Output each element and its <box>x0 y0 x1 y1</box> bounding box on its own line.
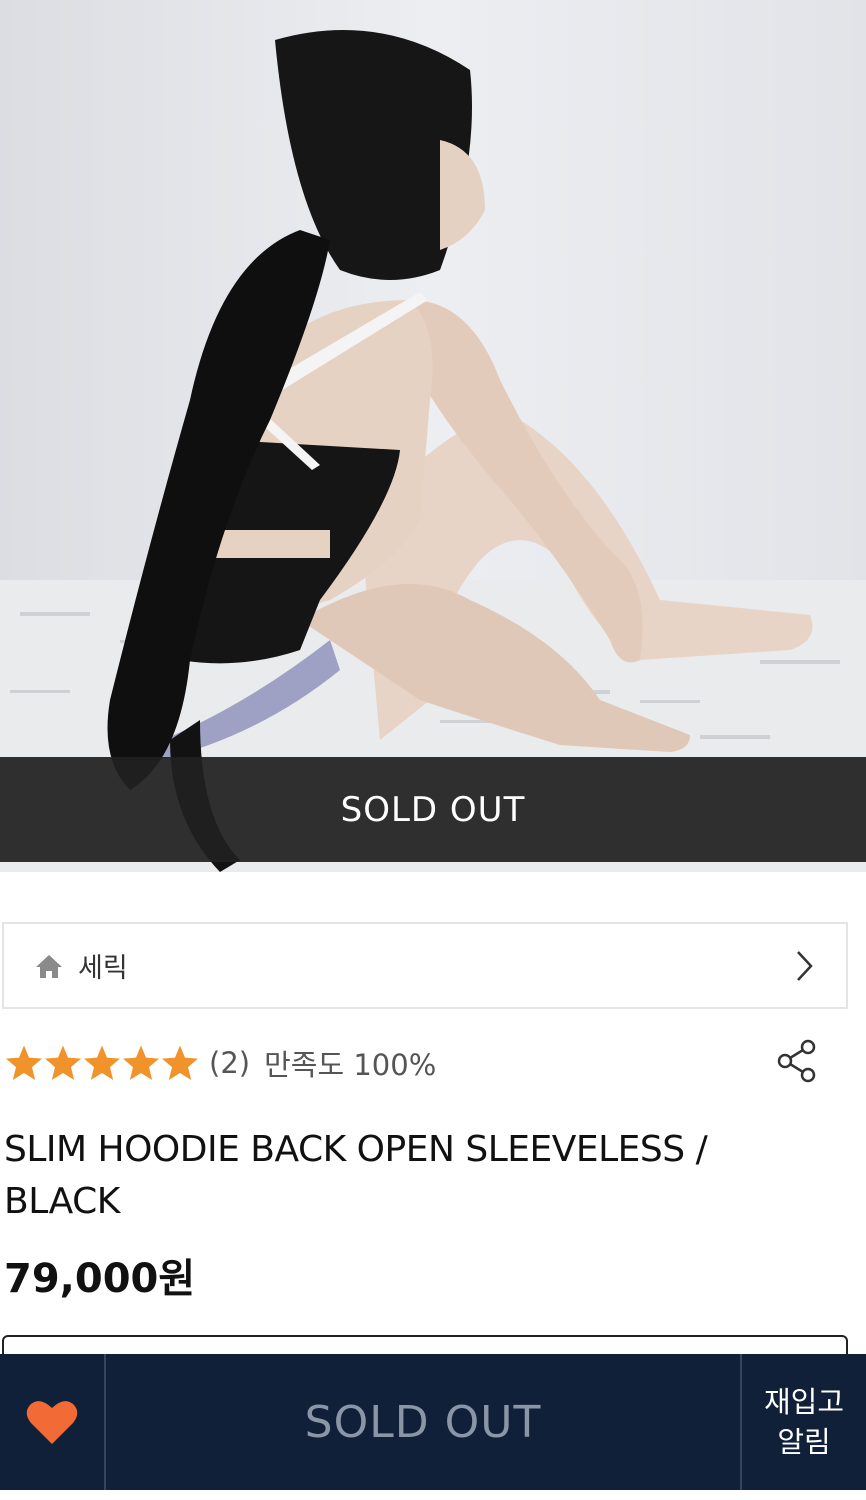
restock-label-line1: 재입고 <box>763 1385 845 1419</box>
brand-name: 세릭 <box>78 953 128 984</box>
rating-row[interactable]: (2) 만족도 100% <box>4 1038 436 1088</box>
bottom-action-bar: SOLD OUT 재입고 알림 <box>0 1354 866 1490</box>
heart-icon <box>26 1401 78 1444</box>
home-icon <box>36 954 62 978</box>
star-icon <box>6 1045 42 1080</box>
sold-out-banner: SOLD OUT <box>0 757 866 862</box>
sold-out-banner-label: SOLD OUT <box>340 789 526 830</box>
chevron-right-icon <box>797 950 813 981</box>
star-rating <box>4 1043 199 1083</box>
product-image[interactable]: SOLD OUT <box>0 0 866 872</box>
product-photo-illustration <box>0 0 866 872</box>
wishlist-button[interactable] <box>0 1354 106 1490</box>
brand-link[interactable]: 세릭 <box>2 922 848 1009</box>
star-icon <box>123 1045 159 1080</box>
satisfaction-text: 만족도 100% <box>264 1048 437 1082</box>
star-icon <box>84 1045 120 1080</box>
star-icon <box>45 1045 81 1080</box>
sold-out-button[interactable]: SOLD OUT <box>106 1354 742 1490</box>
share-icon[interactable] <box>774 1036 820 1086</box>
product-title: SLIM HOODIE BACK OPEN SLEEVELESS / BLACK <box>4 1129 708 1222</box>
restock-label-line2: 알림 <box>777 1425 831 1459</box>
restock-alert-button[interactable]: 재입고 알림 <box>742 1354 866 1490</box>
star-icon <box>162 1045 198 1080</box>
product-price: 79,000원 <box>4 1256 196 1302</box>
review-count: (2) <box>209 1046 251 1080</box>
